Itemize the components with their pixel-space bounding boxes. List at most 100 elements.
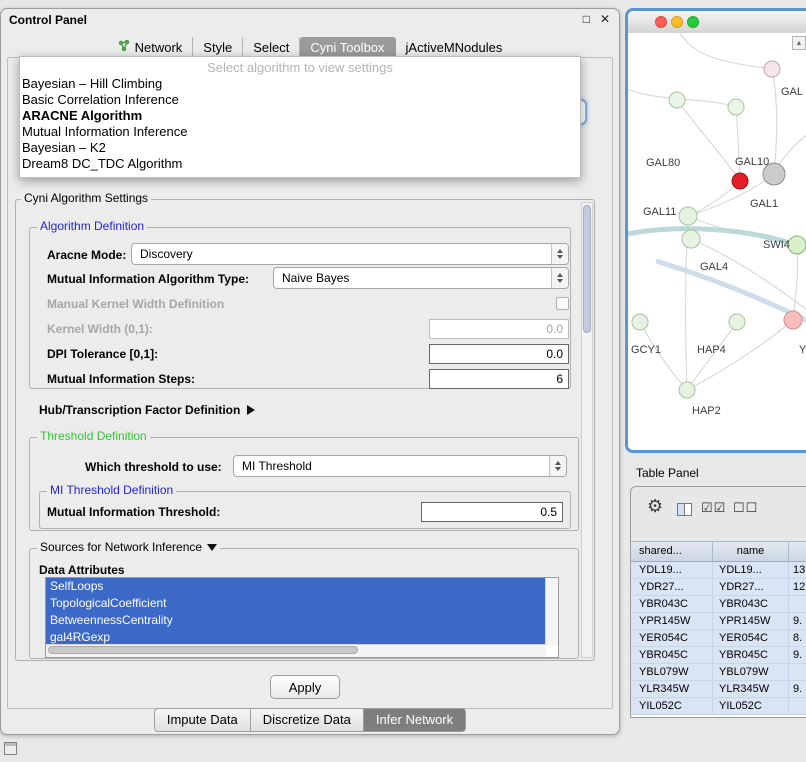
which-threshold-select[interactable]: MI Threshold xyxy=(233,455,567,477)
table-row[interactable]: YDR27...YDR27...12 xyxy=(631,579,806,596)
network-node[interactable] xyxy=(632,314,648,330)
zoom-traffic-light-button[interactable] xyxy=(687,16,699,28)
sources-section-toggle[interactable]: Sources for Network Inference xyxy=(37,541,220,554)
mi-type-select[interactable]: Naive Bayes xyxy=(273,267,569,289)
which-threshold-label: Which threshold to use: xyxy=(85,460,222,474)
table-cell: 8. xyxy=(789,630,806,646)
table-row[interactable]: YBR045CYBR045C9. xyxy=(631,647,806,664)
close-traffic-light-button[interactable] xyxy=(655,16,667,28)
settings-scrollbar[interactable] xyxy=(581,202,593,658)
attribute-list-item[interactable]: gal4RGexp xyxy=(46,629,546,645)
network-edge[interactable] xyxy=(772,69,777,174)
algorithm-definition-title: Algorithm Definition xyxy=(37,220,147,233)
mi-steps-label: Mutual Information Steps: xyxy=(47,372,195,386)
network-node[interactable] xyxy=(784,311,802,329)
control-panel-titlebar[interactable]: Control Panel □ ✕ xyxy=(1,9,619,31)
table-cell: YLR345W xyxy=(631,681,713,697)
table-cell: YDR27... xyxy=(631,579,713,595)
algorithm-option[interactable]: Bayesian – K2 xyxy=(20,140,580,156)
list-horizontal-scrollbar[interactable] xyxy=(46,644,546,657)
table-row[interactable]: YER054CYER054C8. xyxy=(631,630,806,647)
list-horizontal-scrollbar-thumb[interactable] xyxy=(48,646,358,654)
network-node[interactable] xyxy=(729,314,745,330)
column-header-shared-name[interactable]: shared... xyxy=(631,542,713,561)
table-cell: YIL052C xyxy=(713,698,789,714)
algorithm-option[interactable]: Basic Correlation Inference xyxy=(20,92,580,108)
float-window-button[interactable]: □ xyxy=(583,12,590,26)
table-row[interactable]: YIL052CYIL052C xyxy=(631,698,806,715)
table-row[interactable]: YPR145WYPR145W9. xyxy=(631,613,806,630)
minimized-panel-icon[interactable] xyxy=(4,742,17,755)
table-cell: YIL052C xyxy=(631,698,713,714)
network-node[interactable] xyxy=(682,230,700,248)
mi-threshold-group-title: MI Threshold Definition xyxy=(47,484,176,497)
algorithm-dropdown-popup: Select algorithm to view settings Bayesi… xyxy=(19,56,581,178)
control-panel-window: Control Panel □ ✕ NetworkStyleSelectCyni… xyxy=(0,8,620,735)
threshold-definition-title: Threshold Definition xyxy=(37,430,150,443)
algorithm-option[interactable]: Bayesian – Hill Climbing xyxy=(20,76,580,92)
kernel-width-value: 0.0 xyxy=(546,322,563,336)
mi-steps-input[interactable]: 6 xyxy=(429,369,569,389)
kernel-width-label: Kernel Width (0,1): xyxy=(47,322,153,336)
network-edge[interactable] xyxy=(793,245,798,320)
table-panel-title: Table Panel xyxy=(636,466,699,480)
dpi-tolerance-input[interactable]: 0.0 xyxy=(429,344,569,364)
network-node[interactable] xyxy=(679,382,695,398)
network-node[interactable] xyxy=(669,92,685,108)
list-vertical-scrollbar[interactable] xyxy=(545,578,558,645)
minimize-traffic-light-button[interactable] xyxy=(671,16,683,28)
deselect-all-icon[interactable]: ☐☐ xyxy=(733,500,758,516)
network-node[interactable] xyxy=(728,99,744,115)
network-window-titlebar[interactable] xyxy=(628,11,806,34)
settings-scrollbar-thumb[interactable] xyxy=(583,205,591,333)
network-canvas[interactable]: GALGAL80GAL10GAL11GAL1SWI4GAL4GCY1HAP4YH… xyxy=(628,33,806,450)
network-scrollbar-up-button[interactable]: ▲ xyxy=(792,36,806,50)
algorithm-option[interactable]: Dream8 DC_TDC Algorithm xyxy=(20,156,580,172)
table-cell: YBR045C xyxy=(713,647,789,663)
network-edge[interactable] xyxy=(736,107,740,181)
attribute-list-item[interactable]: TopologicalCoefficient xyxy=(46,595,546,612)
hub-definition-toggle[interactable]: Hub/Transcription Factor Definition xyxy=(39,403,255,417)
table-row[interactable]: YDL19...YDL19...13 xyxy=(631,562,806,579)
bottom-tab-infer-network[interactable]: Infer Network xyxy=(364,708,466,732)
manual-kernel-checkbox[interactable] xyxy=(556,297,569,310)
data-attributes-list[interactable]: SelfLoopsTopologicalCoefficientBetweenne… xyxy=(45,577,559,658)
mi-threshold-input[interactable]: 0.5 xyxy=(421,502,563,522)
network-edge[interactable] xyxy=(677,33,772,69)
sources-title: Sources for Network Inference xyxy=(40,541,202,554)
table-cell: 12 xyxy=(789,579,806,595)
network-node[interactable] xyxy=(788,236,806,254)
network-node-label: GAL11 xyxy=(643,206,676,218)
column-selector-icon[interactable] xyxy=(677,503,692,516)
table-cell: 9. xyxy=(789,647,806,663)
bottom-tab-discretize-data[interactable]: Discretize Data xyxy=(251,708,364,732)
attribute-list-item[interactable]: BetweennessCentrality xyxy=(46,612,546,629)
close-window-button[interactable]: ✕ xyxy=(600,12,610,26)
attribute-list-item[interactable]: SelfLoops xyxy=(46,578,546,595)
mi-threshold-value: 0.5 xyxy=(540,505,557,519)
table-cell xyxy=(789,664,806,680)
table-row[interactable]: YBR043CYBR043C xyxy=(631,596,806,613)
column-header-name[interactable]: name xyxy=(713,542,789,561)
aracne-mode-select[interactable]: Discovery xyxy=(131,243,569,265)
network-node[interactable] xyxy=(679,207,697,225)
algorithm-option[interactable]: Mutual Information Inference xyxy=(20,124,580,140)
network-node[interactable] xyxy=(764,61,780,77)
gear-icon[interactable]: ⚙ xyxy=(647,497,663,515)
network-edge[interactable] xyxy=(687,322,737,390)
table-cell: 9. xyxy=(789,613,806,629)
kernel-width-input[interactable]: 0.0 xyxy=(429,319,569,339)
algorithm-option[interactable]: ARACNE Algorithm xyxy=(20,108,580,124)
network-edge[interactable] xyxy=(640,322,687,390)
apply-button[interactable]: Apply xyxy=(270,675,340,699)
network-view-window: ▲ GALGAL80GAL10GAL11GAL1SWI4GAL4GCY1HAP4… xyxy=(625,8,806,453)
network-node[interactable] xyxy=(732,173,748,189)
column-header-extra[interactable] xyxy=(789,542,806,561)
table-row[interactable]: YLR345WYLR345W9. xyxy=(631,681,806,698)
bottom-tab-impute-data[interactable]: Impute Data xyxy=(154,708,251,732)
table-row[interactable]: YBL079WYBL079W xyxy=(631,664,806,681)
mi-type-value: Naive Bayes xyxy=(274,271,551,285)
network-node-label: GAL1 xyxy=(750,198,778,210)
table-header: shared... name xyxy=(631,541,806,562)
select-all-icon[interactable]: ☑☑ xyxy=(701,500,726,516)
